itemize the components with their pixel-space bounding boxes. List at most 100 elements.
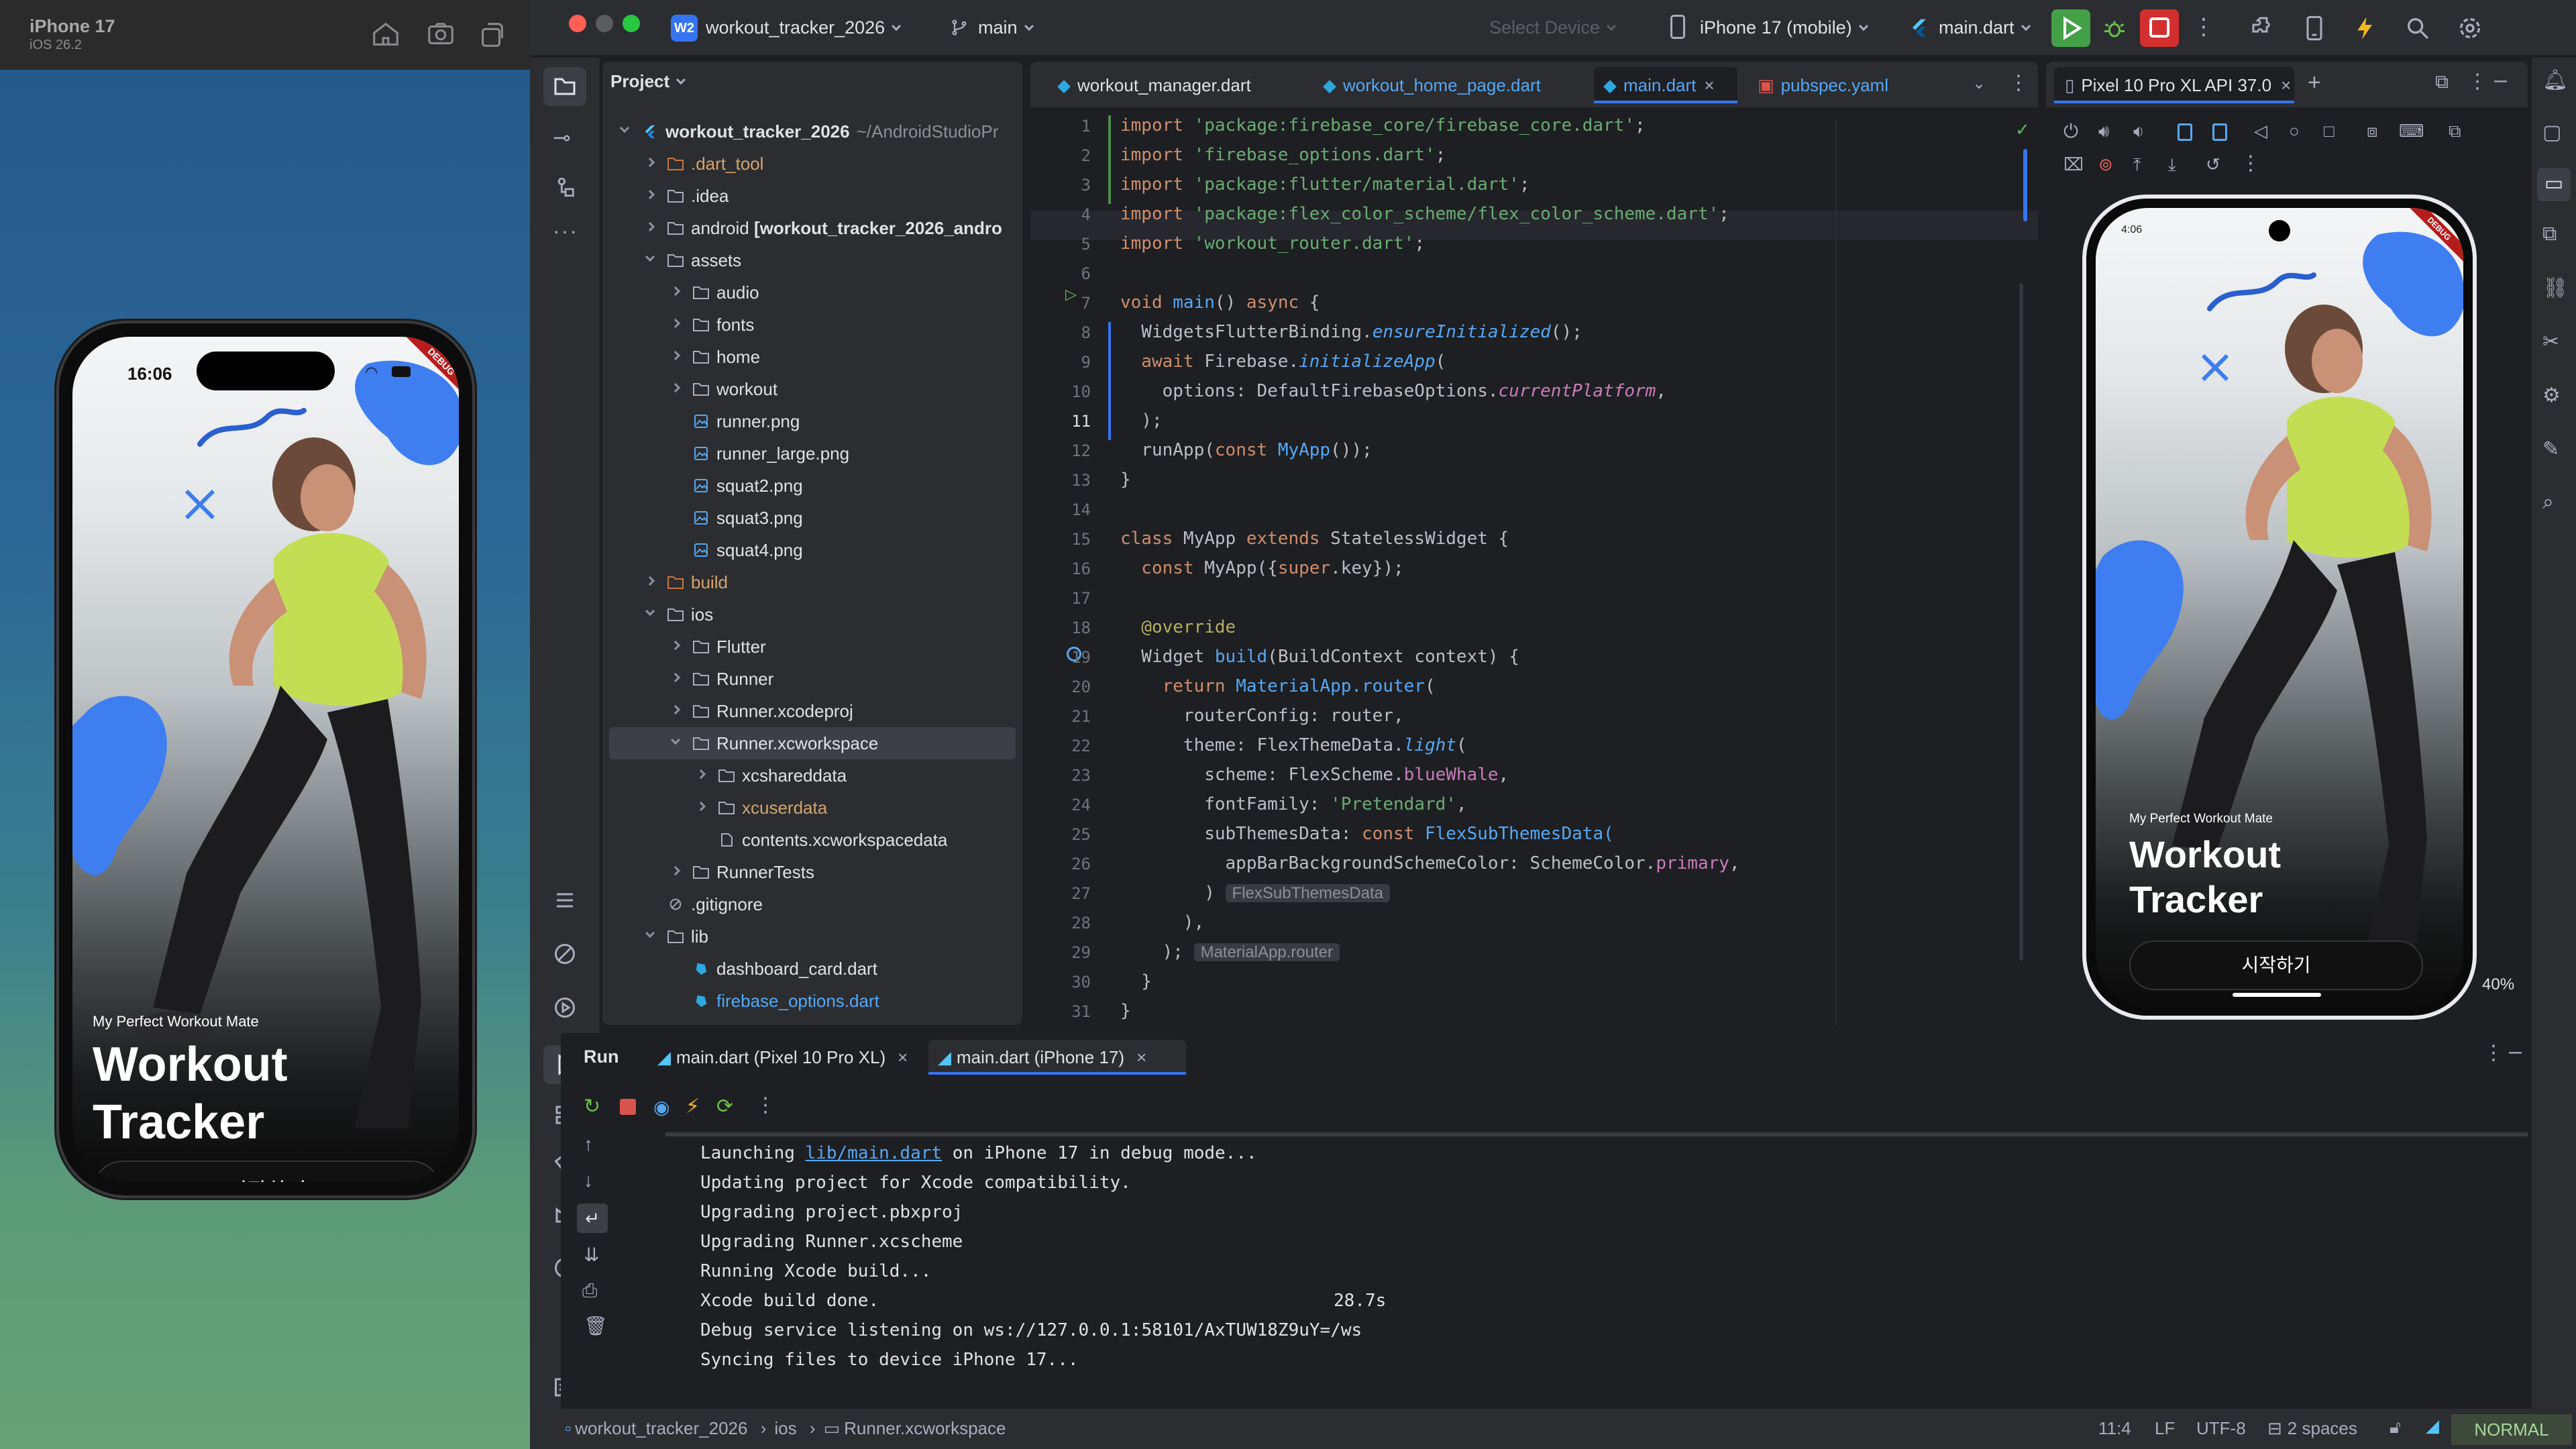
run-tab-pixel[interactable]: ◢ main.dart (Pixel 10 Pro XL) ×	[648, 1040, 916, 1075]
tree-item[interactable]: workout_tracker_2026 ~/AndroidStudioPr	[602, 115, 1022, 148]
code-line-16[interactable]: const MyApp({super.key});	[1120, 558, 1403, 578]
code-line-29[interactable]: ); MaterialApp.router	[1120, 942, 1340, 962]
code-line-4[interactable]: import 'package:flex_color_scheme/flex_c…	[1120, 204, 1729, 224]
tree-item[interactable]: .gitignore	[602, 888, 1022, 920]
code-line-27[interactable]: ) FlexSubThemesData	[1120, 883, 1390, 903]
main-dart-link[interactable]: lib/main.dart	[806, 1143, 943, 1163]
record-icon[interactable]: ⊚	[2098, 154, 2113, 175]
volume-up-icon[interactable]: 🔊︎	[2098, 121, 2109, 142]
code-line-22[interactable]: theme: FlexThemeData.light(	[1120, 735, 1467, 755]
editor-scrollbar[interactable]	[2019, 283, 2023, 961]
code-line-15[interactable]: class MyApp extends StatelessWidget {	[1120, 529, 1509, 549]
emulator-screen[interactable]: 4:06 DEBUG My Perfect Workout Mate Worko…	[2096, 208, 2463, 1006]
run-tab-iphone[interactable]: ◢ main.dart (iPhone 17) ×	[928, 1040, 1186, 1075]
chevron-right-icon[interactable]	[670, 286, 681, 297]
tree-item[interactable]: Runner.xcworkspace	[609, 727, 1016, 759]
code-line-23[interactable]: scheme: FlexScheme.blueWhale,	[1120, 765, 1509, 785]
code-line-9[interactable]: await Firebase.initializeApp(	[1120, 352, 1446, 372]
pencil-icon[interactable]: ✎	[2542, 437, 2559, 461]
tree-item[interactable]: dashboard_card.dart	[602, 953, 1022, 985]
back-icon[interactable]: ◁	[2254, 121, 2267, 142]
commit-icon[interactable]: ⊸	[553, 125, 571, 150]
emulator-extended-icon[interactable]: ⌨	[2399, 121, 2424, 142]
open-new-window-icon[interactable]: ⧉	[2435, 71, 2449, 93]
running-devices-tool-button[interactable]: ▭	[2537, 168, 2571, 201]
services-icon[interactable]	[553, 996, 577, 1020]
rotate-right-icon[interactable]	[2212, 123, 2227, 141]
project-panel-header[interactable]: Project	[610, 71, 686, 92]
tab-main-dart[interactable]: ◆ main.dart ×	[1594, 67, 1737, 103]
chevron-right-icon[interactable]	[670, 318, 681, 329]
close-window-button[interactable]	[569, 15, 586, 32]
chevron-right-icon[interactable]	[645, 221, 655, 232]
tree-item[interactable]: assets	[602, 244, 1022, 276]
tree-item[interactable]: RunnerTests	[602, 856, 1022, 888]
select-device-dropdown[interactable]: Select Device	[1489, 17, 1617, 38]
flutter-performance-icon[interactable]: ✂	[2542, 330, 2559, 354]
chevron-down-icon[interactable]	[645, 252, 655, 262]
tree-item[interactable]: ios	[602, 598, 1022, 631]
code-line-19[interactable]: Widget build(BuildContext context) {	[1120, 647, 1519, 667]
tab-workout-home-page[interactable]: ◆ workout_home_page.dart	[1323, 67, 1578, 103]
scroll-up-icon[interactable]: ↑	[584, 1134, 593, 1155]
device-manager-icon[interactable]	[2301, 15, 2328, 42]
settings-icon[interactable]	[2457, 15, 2483, 42]
more-actions-icon[interactable]: ⋮	[2192, 13, 2215, 40]
file-encoding[interactable]: UTF-8	[2196, 1418, 2246, 1439]
emulator-start-button[interactable]: 시작하기	[2129, 941, 2423, 990]
chevron-right-icon[interactable]	[645, 576, 655, 586]
code-line-24[interactable]: fontFamily: 'Pretendard',	[1120, 794, 1466, 814]
stop-button[interactable]	[2140, 9, 2179, 47]
flutter-inspector-icon[interactable]	[553, 942, 577, 966]
reset-icon[interactable]: ↺	[2206, 154, 2220, 175]
tab-pubspec[interactable]: ▣ pubspec.yaml	[1758, 67, 1919, 103]
tab-workout-manager[interactable]: ◆ workout_manager.dart	[1057, 67, 1299, 103]
close-tab-icon[interactable]: ×	[1704, 75, 1714, 95]
tree-item[interactable]: runner.png	[602, 405, 1022, 437]
console-top-scrollbar[interactable]	[665, 1132, 2528, 1136]
chevron-right-icon[interactable]	[696, 769, 706, 780]
push-icon[interactable]: ⤒	[2133, 154, 2141, 176]
code-line-2[interactable]: import 'firebase_options.dart';	[1120, 145, 1446, 165]
chevron-right-icon[interactable]	[670, 672, 681, 683]
home-icon[interactable]	[370, 19, 401, 50]
code-line-1[interactable]: import 'package:firebase_core/firebase_c…	[1120, 115, 1646, 136]
close-run-tab-icon[interactable]: ×	[898, 1047, 908, 1067]
search-icon[interactable]	[2404, 15, 2431, 42]
chevron-right-icon[interactable]	[670, 704, 681, 715]
screenshot-device-icon[interactable]: ⌧	[2063, 154, 2084, 175]
code-line-20[interactable]: return MaterialApp.router(	[1120, 676, 1436, 696]
add-device-icon[interactable]: +	[2308, 70, 2321, 96]
indent-setting[interactable]: ⊟ 2 spaces	[2267, 1418, 2357, 1439]
vim-mode-indicator[interactable]: NORMAL	[2451, 1414, 2572, 1445]
rotate-icon[interactable]	[476, 19, 507, 50]
device-mirroring-icon[interactable]: ⧉	[2542, 223, 2557, 246]
tree-item[interactable]: xcshareddata	[602, 759, 1022, 792]
clear-console-icon[interactable]: 🗑︎	[584, 1315, 608, 1337]
tree-item[interactable]: .dart_tool	[602, 148, 1022, 180]
breadcrumb-item[interactable]: workout_tracker_2026	[575, 1418, 747, 1438]
mirror-icon[interactable]: ⧉	[2449, 121, 2461, 142]
branch-switcher[interactable]: main	[978, 17, 1034, 38]
devtools-icon[interactable]: ◉	[653, 1096, 669, 1118]
overview-icon[interactable]: □	[2324, 121, 2334, 142]
fold-icon[interactable]: ⧈	[2367, 121, 2378, 142]
code-line-5[interactable]: import 'workout_router.dart';	[1120, 233, 1425, 254]
structure-icon[interactable]	[554, 176, 577, 199]
tree-item[interactable]: .idea	[602, 180, 1022, 212]
tree-item[interactable]: firebase_options.dart	[602, 985, 1022, 1017]
stop-run-icon[interactable]	[620, 1099, 636, 1115]
tree-item[interactable]: fonts	[602, 309, 1022, 341]
debug-icon[interactable]	[2102, 16, 2127, 40]
zoom-window-button[interactable]	[623, 15, 640, 32]
device-more-icon[interactable]: ⋮	[2467, 70, 2487, 93]
rotate-left-icon[interactable]	[2178, 123, 2192, 141]
run-panel-more-icon[interactable]: ⋮	[2483, 1041, 2504, 1065]
project-switcher[interactable]: workout_tracker_2026	[706, 17, 902, 38]
code-line-13[interactable]: }	[1120, 470, 1131, 490]
print-icon[interactable]: ⎙	[582, 1280, 597, 1302]
code-line-31[interactable]: }	[1120, 1001, 1131, 1021]
code-line-3[interactable]: import 'package:flutter/material.dart';	[1120, 174, 1530, 195]
run-button[interactable]	[2051, 9, 2090, 47]
tree-item[interactable]: home	[602, 341, 1022, 373]
